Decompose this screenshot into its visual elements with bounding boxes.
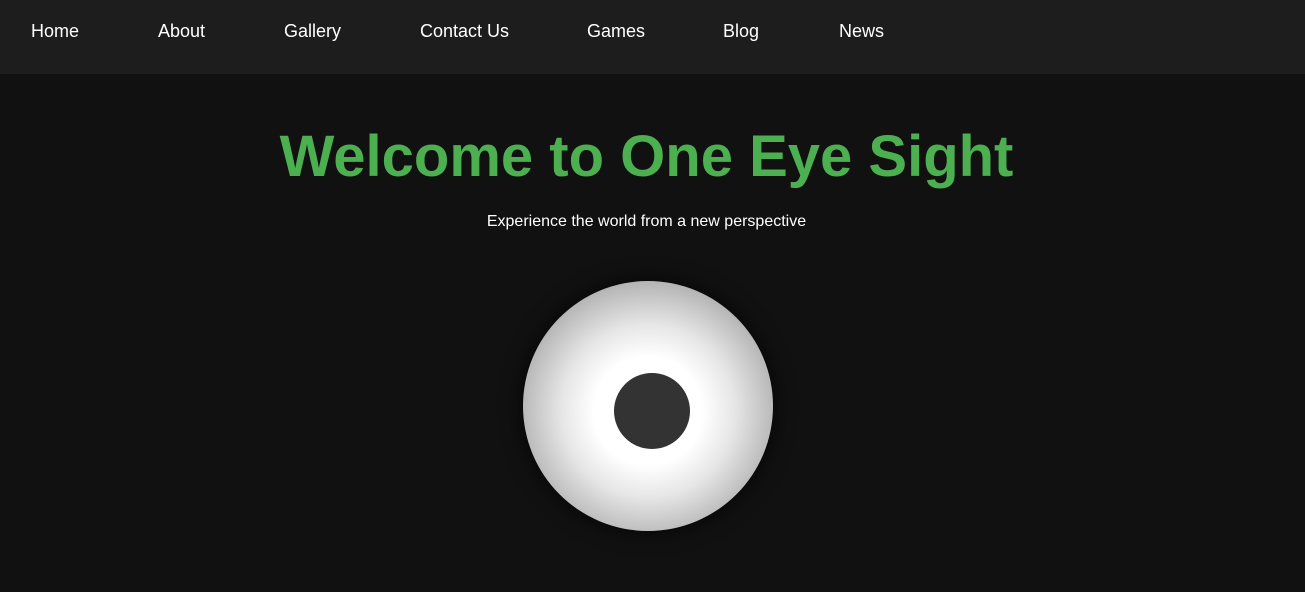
top-navbar: Home About Gallery Contact Us Games Blog… [0,0,1305,74]
nav-link-games[interactable]: Games [587,20,645,42]
nav-link-gallery[interactable]: Gallery [284,20,341,42]
nav-link-news[interactable]: News [839,20,884,42]
eye-pupil [614,373,690,449]
nav-link-about[interactable]: About [158,20,205,42]
hero-subtitle: Experience the world from a new perspect… [486,213,807,230]
nav-link-blog[interactable]: Blog [723,20,759,42]
eye-graphic [523,281,773,531]
hero-title: Welcome to One Eye Sight [279,124,1014,189]
nav-link-home[interactable]: Home [31,20,79,42]
nav-link-contact-us[interactable]: Contact Us [420,20,509,42]
